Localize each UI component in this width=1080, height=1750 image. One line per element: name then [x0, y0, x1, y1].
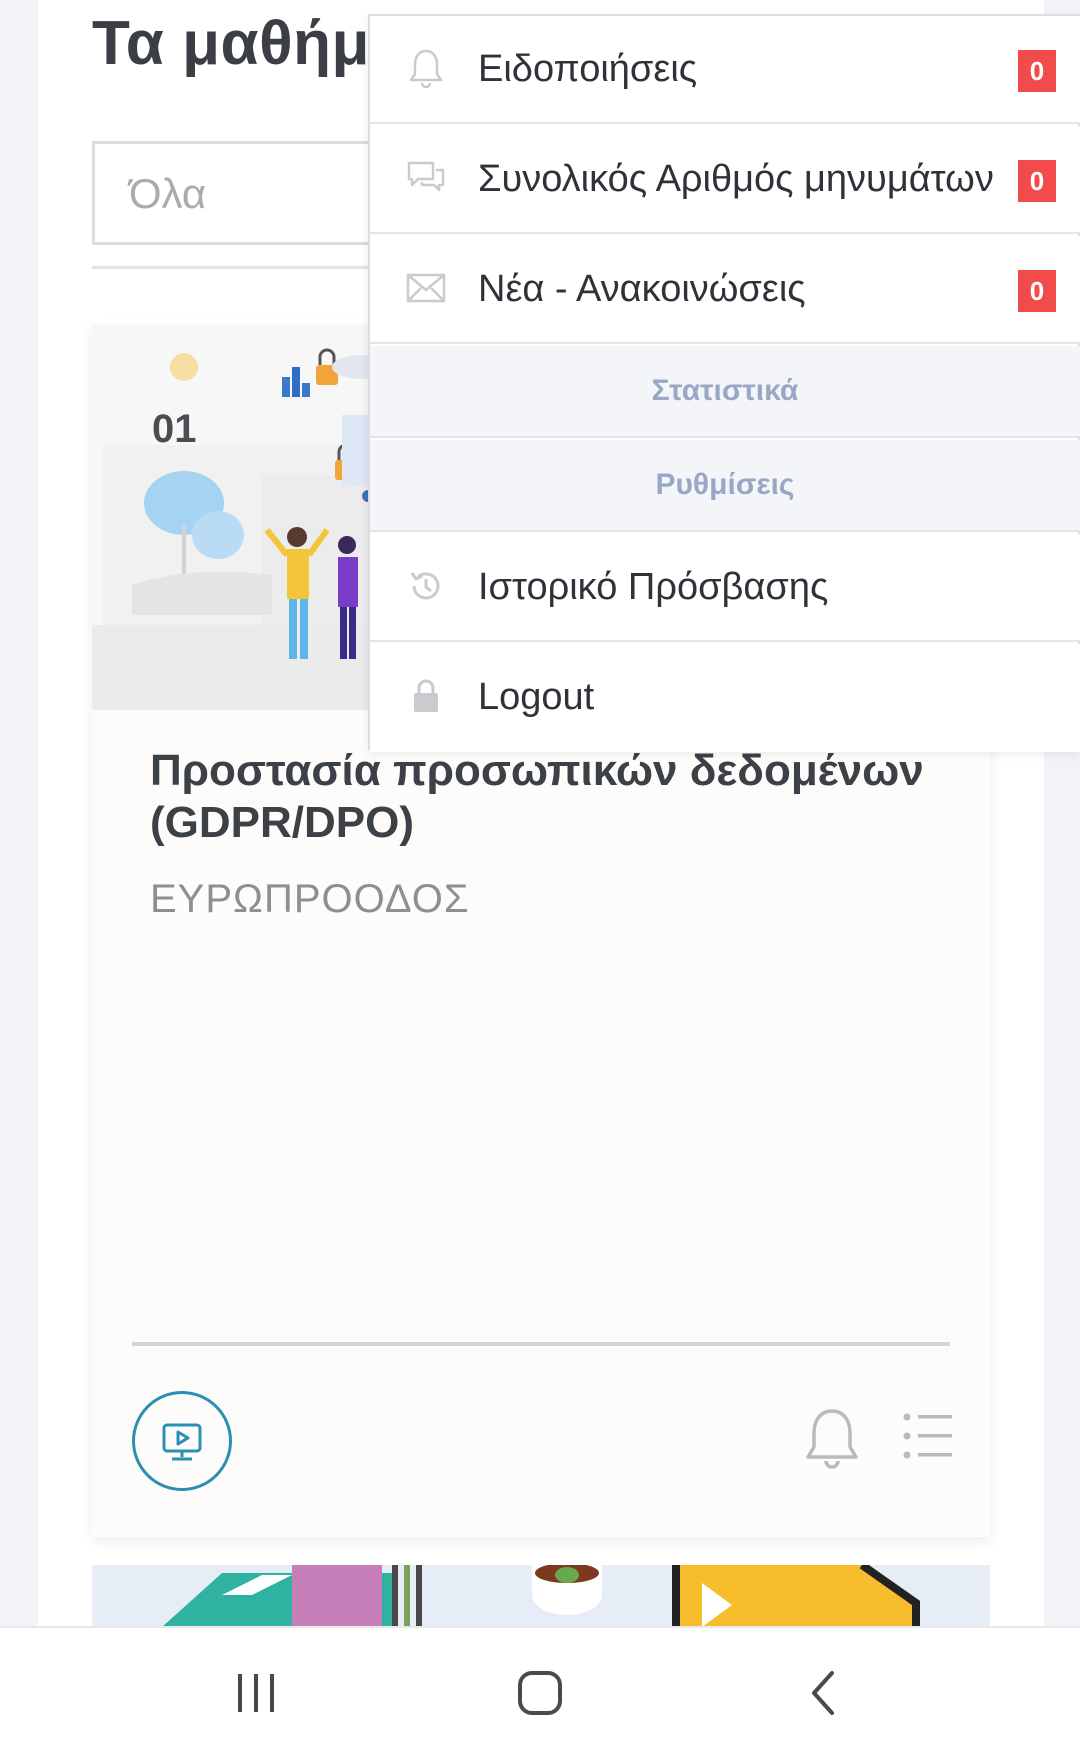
notifications-count-badge: 0	[1018, 50, 1056, 92]
menu-item-label: Logout	[478, 676, 595, 718]
menu-section-statistics[interactable]: Στατιστικά	[370, 346, 1080, 438]
menu-item-messages[interactable]: Συνολικός Αριθμός μηνυμάτων 0	[370, 126, 1080, 234]
play-lesson-button[interactable]	[132, 1391, 232, 1491]
menu-item-label: Ιστορικό Πρόσβασης	[478, 566, 829, 608]
messages-count-badge: 0	[1018, 160, 1056, 202]
bell-icon	[404, 46, 448, 90]
lock-icon	[404, 674, 448, 718]
play-lesson-icon	[162, 1423, 202, 1461]
list-icon[interactable]	[902, 1411, 952, 1461]
system-navigation-bar	[0, 1626, 1080, 1750]
menu-item-logout[interactable]: Logout	[370, 644, 1080, 752]
filter-value: Όλα	[129, 170, 207, 217]
chat-bubbles-icon	[404, 156, 448, 200]
menu-item-access-history[interactable]: Ιστορικό Πρόσβασης	[370, 534, 1080, 642]
bell-icon[interactable]	[802, 1405, 862, 1471]
menu-item-label: Ειδοποιήσεις	[478, 48, 698, 90]
menu-item-news[interactable]: Νέα - Ανακοινώσεις 0	[370, 236, 1080, 344]
news-count-badge: 0	[1018, 270, 1056, 312]
recent-apps-icon[interactable]	[226, 1668, 286, 1718]
next-course-illustration	[92, 1565, 990, 1627]
history-icon	[404, 564, 448, 608]
course-provider: ΕΥΡΩΠΡΟΟΔΟΣ	[150, 877, 470, 921]
back-icon[interactable]	[794, 1668, 854, 1718]
home-icon[interactable]	[510, 1668, 570, 1718]
card-divider	[132, 1342, 950, 1346]
menu-item-label: Συνολικός Αριθμός μηνυμάτων	[478, 158, 994, 200]
user-dropdown-menu: Ειδοποιήσεις 0 Συνολικός Αριθμός μηνυμάτ…	[368, 14, 1080, 752]
menu-section-settings[interactable]: Ρυθμίσεις	[370, 440, 1080, 532]
next-course-card[interactable]	[92, 1565, 990, 1627]
menu-item-label: Νέα - Ανακοινώσεις	[478, 268, 806, 310]
course-number: 01	[152, 407, 197, 451]
course-title[interactable]: Προστασία προσωπικών δεδομένων (GDPR/DPO…	[150, 745, 950, 849]
envelope-icon	[404, 266, 448, 310]
menu-item-notifications[interactable]: Ειδοποιήσεις 0	[370, 16, 1080, 124]
